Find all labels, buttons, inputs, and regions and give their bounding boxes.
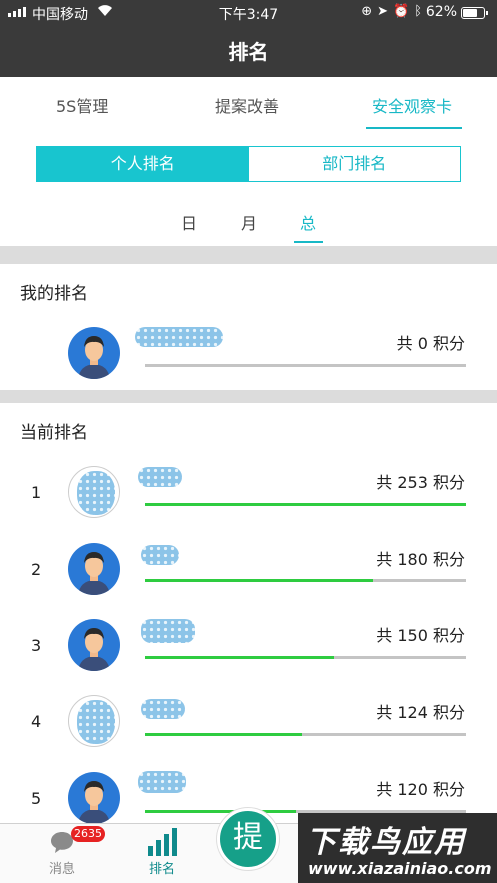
- user-name-redacted: [141, 545, 179, 565]
- alarm-icon: ⏰: [393, 4, 415, 19]
- top-bar: 中国移动 下午3:47 ⊕➤⏰ᛒ 62% 排名: [0, 0, 497, 77]
- rank-number: 1: [31, 483, 42, 502]
- my-progress-bar: [145, 364, 466, 367]
- progress-bar: [145, 733, 466, 736]
- avatar: [68, 619, 120, 671]
- section-divider: [0, 390, 497, 403]
- person-icon: [78, 336, 110, 379]
- user-name-redacted: [141, 619, 195, 643]
- my-rank-title: 我的排名: [20, 284, 88, 304]
- user-score: 共 150 积分: [376, 626, 465, 645]
- rank-number: 4: [31, 712, 42, 731]
- segment-department[interactable]: 部门排名: [249, 147, 461, 181]
- segment-personal[interactable]: 个人排名: [37, 147, 249, 181]
- watermark-title: 下载鸟应用: [306, 825, 466, 860]
- battery-icon: [461, 7, 488, 19]
- tab-5s[interactable]: 5S管理: [56, 93, 108, 117]
- period-underline: [294, 241, 323, 243]
- avatar: [68, 543, 120, 595]
- battery-percent: 62%: [425, 4, 457, 20]
- avatar: [68, 695, 120, 747]
- period-day[interactable]: 日: [181, 210, 197, 234]
- submit-fab-button[interactable]: 提: [217, 808, 279, 870]
- period-month[interactable]: 月: [241, 210, 257, 234]
- person-icon: [78, 628, 110, 671]
- progress-bar: [145, 503, 466, 506]
- user-name-redacted: [141, 699, 185, 719]
- rotation-lock-icon: ⊕: [361, 4, 378, 19]
- nav-messages-label: 消息: [48, 862, 75, 877]
- my-score: 共 0 积分: [396, 334, 465, 353]
- avatar: [68, 772, 120, 824]
- page-title: 排名: [228, 40, 269, 64]
- progress-bar: [145, 579, 466, 582]
- person-icon: [78, 781, 110, 824]
- progress-bar: [145, 656, 466, 659]
- rank-number: 5: [31, 789, 42, 808]
- rank-number: 3: [31, 636, 42, 655]
- tab-underline: [366, 127, 462, 129]
- bar-chart-icon: [148, 828, 177, 856]
- rank-number: 2: [31, 560, 42, 579]
- user-name-redacted: [135, 327, 223, 347]
- user-score: 共 253 积分: [376, 473, 465, 492]
- tab-safety-card[interactable]: 安全观察卡: [372, 93, 452, 117]
- message-badge: 2635: [71, 826, 105, 842]
- tab-proposal[interactable]: 提案改善: [215, 93, 279, 117]
- category-tabs: 5S管理 提案改善 安全观察卡: [0, 77, 497, 131]
- person-icon: [78, 552, 110, 595]
- user-score: 共 124 积分: [376, 703, 465, 722]
- location-icon: ➤: [377, 4, 393, 19]
- status-bar: 中国移动 下午3:47 ⊕➤⏰ᛒ 62%: [0, 0, 497, 26]
- period-total[interactable]: 总: [300, 210, 316, 234]
- avatar: [68, 327, 120, 379]
- user-name-redacted: [138, 467, 182, 487]
- section-divider: [0, 246, 497, 264]
- user-score: 共 180 积分: [376, 550, 465, 569]
- nav-ranking-label: 排名: [148, 862, 175, 877]
- current-rank-title: 当前排名: [20, 423, 88, 443]
- user-score: 共 120 积分: [376, 780, 465, 799]
- avatar: [68, 466, 120, 518]
- ranking-type-segment: 个人排名 部门排名: [36, 146, 461, 182]
- user-name-redacted: [138, 771, 186, 793]
- status-icons: ⊕➤⏰ᛒ: [361, 4, 427, 19]
- watermark-url: www.xiazainiao.com: [308, 859, 492, 878]
- watermark: 下载鸟应用 www.xiazainiao.com: [298, 813, 497, 883]
